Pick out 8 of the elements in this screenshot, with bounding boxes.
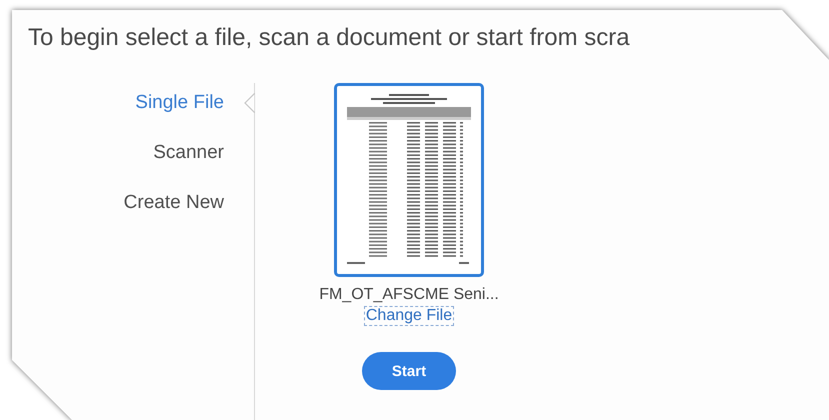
instruction-heading: To begin select a file, scan a document or start from scra — [28, 24, 631, 52]
start-button[interactable]: Start — [362, 352, 456, 390]
source-tab[interactable]: Create New — [124, 191, 224, 215]
file-name: FM_OT_AFSCME Seni... — [319, 286, 499, 304]
selection-pointer-icon — [244, 93, 255, 113]
change-file-link[interactable]: Change File — [364, 306, 454, 326]
source-tab[interactable]: Scanner — [153, 141, 224, 165]
source-tab[interactable]: Single File — [135, 91, 224, 115]
